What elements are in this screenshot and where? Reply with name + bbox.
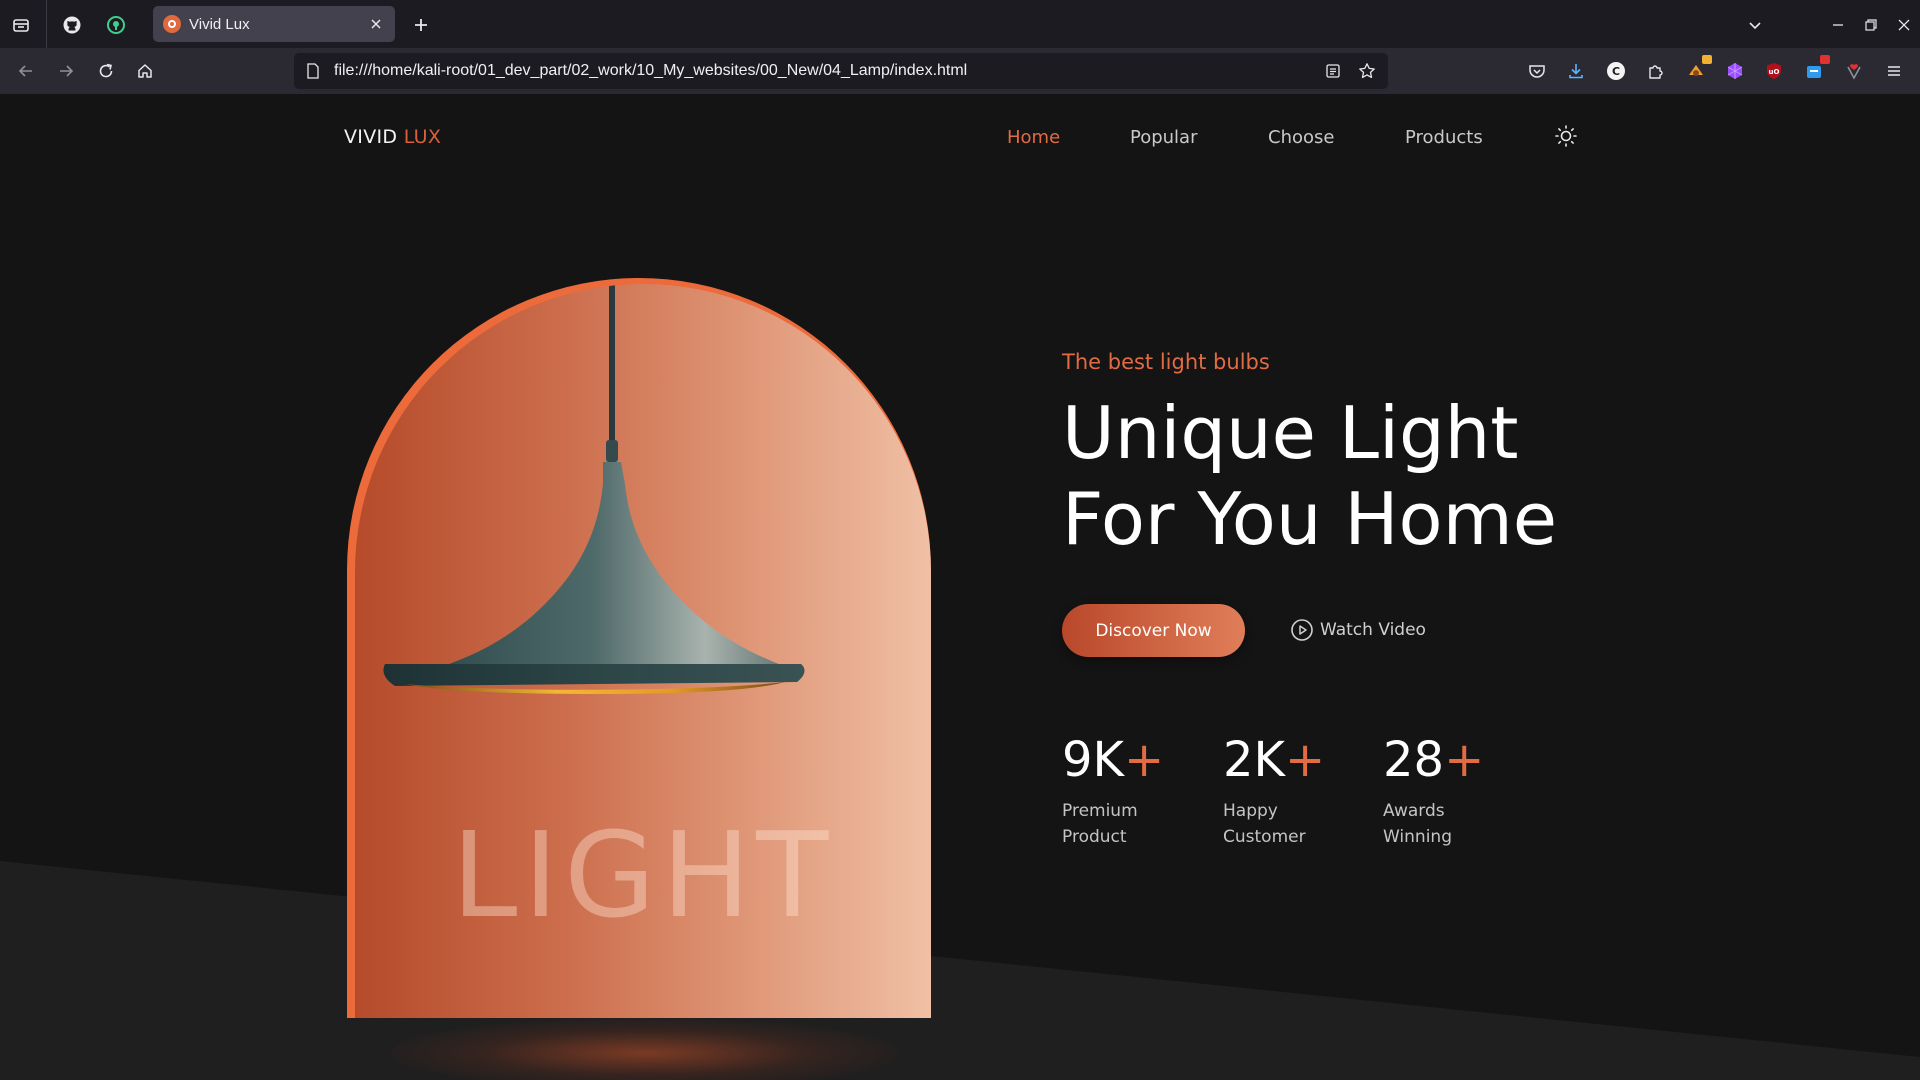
stat-number: 28+ bbox=[1383, 732, 1485, 788]
nav-link-products[interactable]: Products bbox=[1405, 127, 1483, 148]
website-page: VIVID LUX Home Popular Choose Products L… bbox=[0, 94, 1920, 1080]
nav-link-home[interactable]: Home bbox=[1007, 127, 1060, 148]
close-window-icon[interactable] bbox=[1892, 13, 1916, 37]
pocket-icon[interactable] bbox=[1526, 60, 1548, 82]
extension-badge-red bbox=[1820, 55, 1830, 64]
watch-video-button[interactable]: Watch Video bbox=[1290, 618, 1426, 642]
discover-now-button[interactable]: Discover Now bbox=[1062, 604, 1245, 657]
arch-glow bbox=[390, 1018, 900, 1080]
file-page-icon bbox=[304, 62, 322, 80]
logo-accent-text: LUX bbox=[403, 126, 442, 148]
svg-text:C: C bbox=[1612, 65, 1620, 78]
extension-c-icon[interactable]: C bbox=[1605, 60, 1627, 82]
hero-headline: Unique Light For You Home bbox=[1062, 390, 1557, 562]
github-icon[interactable] bbox=[60, 13, 84, 37]
headline-line-2: For You Home bbox=[1062, 477, 1557, 561]
hero-subtitle: The best light bulbs bbox=[1062, 350, 1270, 374]
extension-purple-icon[interactable] bbox=[1724, 60, 1746, 82]
hero-image-arch: LIGHT bbox=[347, 278, 931, 1018]
restore-icon[interactable] bbox=[1859, 13, 1883, 37]
active-tab[interactable]: Vivid Lux bbox=[153, 6, 395, 42]
stat-awards-winning: 28+ Awards Winning bbox=[1383, 732, 1484, 850]
back-icon[interactable] bbox=[14, 59, 38, 83]
pendant-lamp-image bbox=[383, 284, 805, 694]
tab-overview-icon[interactable] bbox=[10, 14, 32, 36]
tab-title: Vivid Lux bbox=[189, 15, 250, 33]
extension-badge bbox=[1702, 55, 1712, 64]
headline-line-1: Unique Light bbox=[1062, 391, 1519, 475]
watch-video-label: Watch Video bbox=[1320, 620, 1426, 640]
address-bar[interactable]: file:///home/kali-root/01_dev_part/02_wo… bbox=[294, 53, 1388, 89]
extension-green-icon[interactable] bbox=[104, 13, 128, 37]
url-text[interactable]: file:///home/kali-root/01_dev_part/02_wo… bbox=[334, 62, 1310, 80]
lamp-favicon-icon bbox=[163, 15, 181, 33]
extension-orange-icon[interactable] bbox=[1685, 55, 1712, 82]
logo-main-text: VIVID bbox=[344, 126, 404, 148]
extensions-puzzle-icon[interactable] bbox=[1645, 60, 1667, 82]
stat-number: 2K+ bbox=[1223, 732, 1326, 788]
extension-blue-icon[interactable] bbox=[1803, 55, 1830, 82]
forward-icon[interactable] bbox=[54, 59, 78, 83]
stat-label: Awards Winning bbox=[1383, 801, 1452, 847]
bookmark-star-icon[interactable] bbox=[1356, 60, 1378, 82]
stat-number: 9K+ bbox=[1062, 732, 1165, 788]
extension-red-heart-icon[interactable] bbox=[1843, 60, 1865, 82]
new-tab-icon[interactable] bbox=[409, 13, 433, 37]
nav-link-choose[interactable]: Choose bbox=[1268, 127, 1334, 148]
stat-label: Happy Customer bbox=[1223, 801, 1306, 847]
reader-view-icon[interactable] bbox=[1322, 60, 1344, 82]
stat-happy-customer: 2K+ Happy Customer bbox=[1223, 732, 1325, 850]
floor-background bbox=[0, 861, 1920, 1080]
close-tab-icon[interactable] bbox=[367, 15, 385, 33]
browser-tab-bar: Vivid Lux bbox=[0, 0, 1920, 48]
arch-panel: LIGHT bbox=[355, 284, 931, 1018]
browser-nav-bar: file:///home/kali-root/01_dev_part/02_wo… bbox=[0, 48, 1920, 94]
minimize-icon[interactable] bbox=[1826, 13, 1850, 37]
hamburger-menu-icon[interactable] bbox=[1883, 60, 1905, 82]
ublock-icon[interactable]: uO bbox=[1763, 60, 1785, 82]
stat-label: Premium Product bbox=[1062, 801, 1138, 847]
download-icon[interactable] bbox=[1565, 60, 1587, 82]
play-circle-icon bbox=[1291, 619, 1313, 641]
reload-icon[interactable] bbox=[94, 59, 118, 83]
list-all-tabs-icon[interactable] bbox=[1743, 13, 1767, 37]
stat-premium-product: 9K+ Premium Product bbox=[1062, 732, 1164, 850]
tabbar-separator bbox=[46, 0, 47, 48]
home-icon[interactable] bbox=[133, 59, 157, 83]
sun-icon[interactable] bbox=[1554, 124, 1578, 148]
svg-text:uO: uO bbox=[1769, 68, 1780, 76]
site-logo[interactable]: VIVID LUX bbox=[344, 126, 441, 148]
nav-link-popular[interactable]: Popular bbox=[1130, 127, 1198, 148]
